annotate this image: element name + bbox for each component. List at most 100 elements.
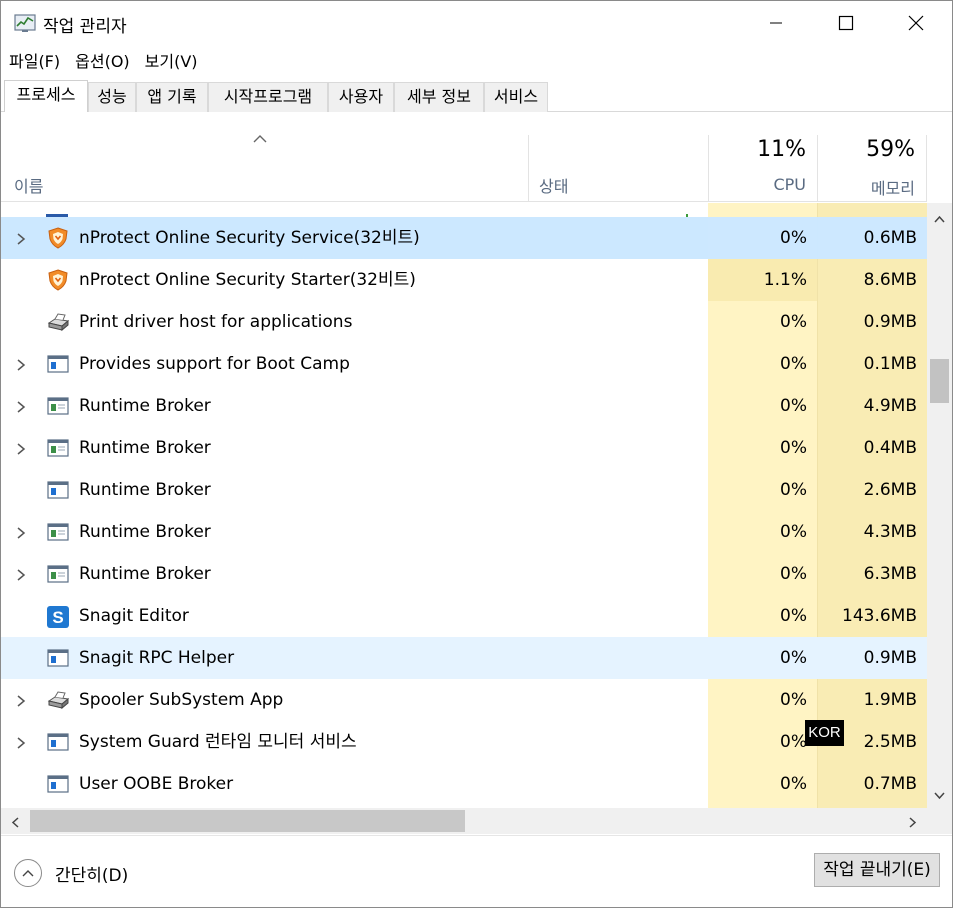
process-row[interactable]: Provides support for Boot Camp 0% 0.1MB <box>1 343 927 385</box>
maximize-button[interactable] <box>811 1 881 45</box>
process-name: Runtime Broker <box>79 396 211 416</box>
process-name: Runtime Broker <box>79 438 211 458</box>
process-cpu: 0% <box>780 564 807 584</box>
app-window-icon <box>46 773 70 795</box>
fewer-details-label[interactable]: 간단히(D) <box>55 861 128 886</box>
process-row[interactable]: Runtime Broker 0% 4.3MB <box>1 511 927 553</box>
process-name: nProtect Online Security Starter(32비트) <box>79 270 416 290</box>
snagit-icon: S <box>46 605 70 628</box>
vertical-scroll-thumb[interactable] <box>930 359 949 403</box>
scroll-left-arrow-icon[interactable] <box>9 814 22 828</box>
minimize-button[interactable] <box>741 1 811 45</box>
runtime-broker-icon <box>46 437 70 459</box>
title-bar: 작업 관리자 <box>1 1 952 45</box>
horizontal-scrollbar[interactable] <box>1 808 927 834</box>
process-row[interactable]: Runtime Broker 0% 4.9MB <box>1 385 927 427</box>
process-row[interactable]: Runtime Broker 0% 2.6MB <box>1 469 927 511</box>
ime-language-indicator: KOR <box>805 720 844 746</box>
nprotect-shield-icon <box>46 269 70 291</box>
cpu-total-percent[interactable]: 11% <box>708 137 806 162</box>
tab-app-history[interactable]: 앱 기록 <box>136 82 208 112</box>
process-row[interactable]: Snagit RPC Helper 0% 0.9MB <box>1 637 927 679</box>
memory-total-percent[interactable]: 59% <box>818 137 915 162</box>
column-cpu[interactable]: CPU <box>708 175 806 194</box>
expand-chevron-icon[interactable] <box>14 441 28 455</box>
process-cpu: 0% <box>780 354 807 374</box>
process-name: Print driver host for applications <box>79 312 353 332</box>
runtime-broker-icon <box>46 395 70 417</box>
nprotect-shield-icon <box>46 227 70 249</box>
process-row[interactable]: nProtect Online Security Service(32비트) 0%… <box>1 217 927 259</box>
process-name: Provides support for Boot Camp <box>79 354 350 374</box>
process-row[interactable]: User OOBE Broker 0% 0.7MB <box>1 763 927 805</box>
runtime-broker-icon <box>46 521 70 543</box>
process-memory: 4.9MB <box>863 396 917 416</box>
column-status[interactable]: 상태 <box>539 173 568 197</box>
column-name[interactable]: 이름 <box>14 173 43 197</box>
close-icon <box>908 15 924 31</box>
process-memory: 0.9MB <box>818 637 927 679</box>
process-row[interactable]: Spooler SubSystem App 0% 1.9MB <box>1 679 927 721</box>
tab-startup[interactable]: 시작프로그램 <box>208 82 328 112</box>
process-name: Runtime Broker <box>79 564 211 584</box>
expand-chevron-icon[interactable] <box>14 735 28 749</box>
horizontal-scroll-thumb[interactable] <box>30 810 465 832</box>
vertical-scrollbar[interactable] <box>927 203 952 808</box>
process-row[interactable]: S Snagit Editor 0% 143.6MB <box>1 595 927 637</box>
maximize-icon <box>838 15 854 31</box>
scroll-down-arrow-icon[interactable] <box>933 787 946 800</box>
fewer-details-button[interactable] <box>14 859 42 887</box>
process-cpu: 0% <box>780 606 807 626</box>
close-button[interactable] <box>881 1 951 45</box>
app-window-icon <box>46 731 70 753</box>
process-memory: 6.3MB <box>863 564 917 584</box>
column-memory[interactable]: 메모리 <box>818 175 915 199</box>
expand-chevron-icon[interactable] <box>14 399 28 413</box>
tab-users[interactable]: 사용자 <box>328 82 394 112</box>
process-memory: 0.7MB <box>863 774 917 794</box>
expand-chevron-icon[interactable] <box>14 693 28 707</box>
process-memory: 0.6MB <box>818 217 927 259</box>
runtime-broker-icon <box>46 563 70 585</box>
task-manager-window: 작업 관리자 파일(F) 옵션(O) 보기(V) 프로세스 성능 앱 기록 시작… <box>0 0 953 908</box>
process-memory: 0.1MB <box>863 354 917 374</box>
process-row[interactable]: nProtect Online Security Starter(32비트) 1.… <box>1 259 927 301</box>
process-name: System Guard 런타임 모니터 서비스 <box>79 732 357 752</box>
process-cpu: 0% <box>780 774 807 794</box>
scroll-right-arrow-icon[interactable] <box>906 814 919 828</box>
expand-chevron-icon[interactable] <box>14 357 28 371</box>
process-name: Runtime Broker <box>79 480 211 500</box>
tab-performance[interactable]: 성능 <box>88 82 136 112</box>
column-header: 이름 상태 11% CPU 59% 메모리 <box>1 113 927 202</box>
expand-chevron-icon[interactable] <box>14 525 28 539</box>
minimize-icon <box>770 22 782 24</box>
process-cpu: 0% <box>780 480 807 500</box>
menu-bar: 파일(F) 옵션(O) 보기(V) <box>1 49 205 75</box>
process-row[interactable]: Runtime Broker 0% 6.3MB <box>1 553 927 595</box>
expand-chevron-icon[interactable] <box>14 567 28 581</box>
menu-options[interactable]: 옵션(O) <box>67 49 137 75</box>
tab-processes[interactable]: 프로세스 <box>4 80 88 112</box>
process-cpu: 0% <box>780 732 807 752</box>
process-row[interactable]: System Guard 런타임 모니터 서비스 0% 2.5MB <box>1 721 927 763</box>
sort-ascending-icon <box>253 129 267 148</box>
scroll-up-arrow-icon[interactable] <box>933 211 946 224</box>
expand-chevron-icon[interactable] <box>14 231 28 245</box>
tab-bar: 프로세스 성능 앱 기록 시작프로그램 사용자 세부 정보 서비스 <box>1 80 952 112</box>
process-cpu: 1.1% <box>708 259 817 301</box>
column-divider[interactable] <box>528 135 529 202</box>
process-cpu: 0% <box>780 396 807 416</box>
printer-icon <box>46 689 70 711</box>
tab-services[interactable]: 서비스 <box>484 82 548 112</box>
printer-icon <box>46 311 70 333</box>
footer: 간단히(D) 작업 끝내기(E) <box>1 835 952 907</box>
process-memory: 2.6MB <box>863 480 917 500</box>
menu-file[interactable]: 파일(F) <box>1 49 67 75</box>
process-row[interactable]: Runtime Broker 0% 0.4MB <box>1 427 927 469</box>
process-row[interactable]: Print driver host for applications 0% 0.9M… <box>1 301 927 343</box>
tab-details[interactable]: 세부 정보 <box>394 82 484 112</box>
end-task-button[interactable]: 작업 끝내기(E) <box>814 853 940 887</box>
column-divider[interactable] <box>926 135 927 202</box>
menu-view[interactable]: 보기(V) <box>137 49 205 75</box>
app-window-icon <box>46 353 70 375</box>
